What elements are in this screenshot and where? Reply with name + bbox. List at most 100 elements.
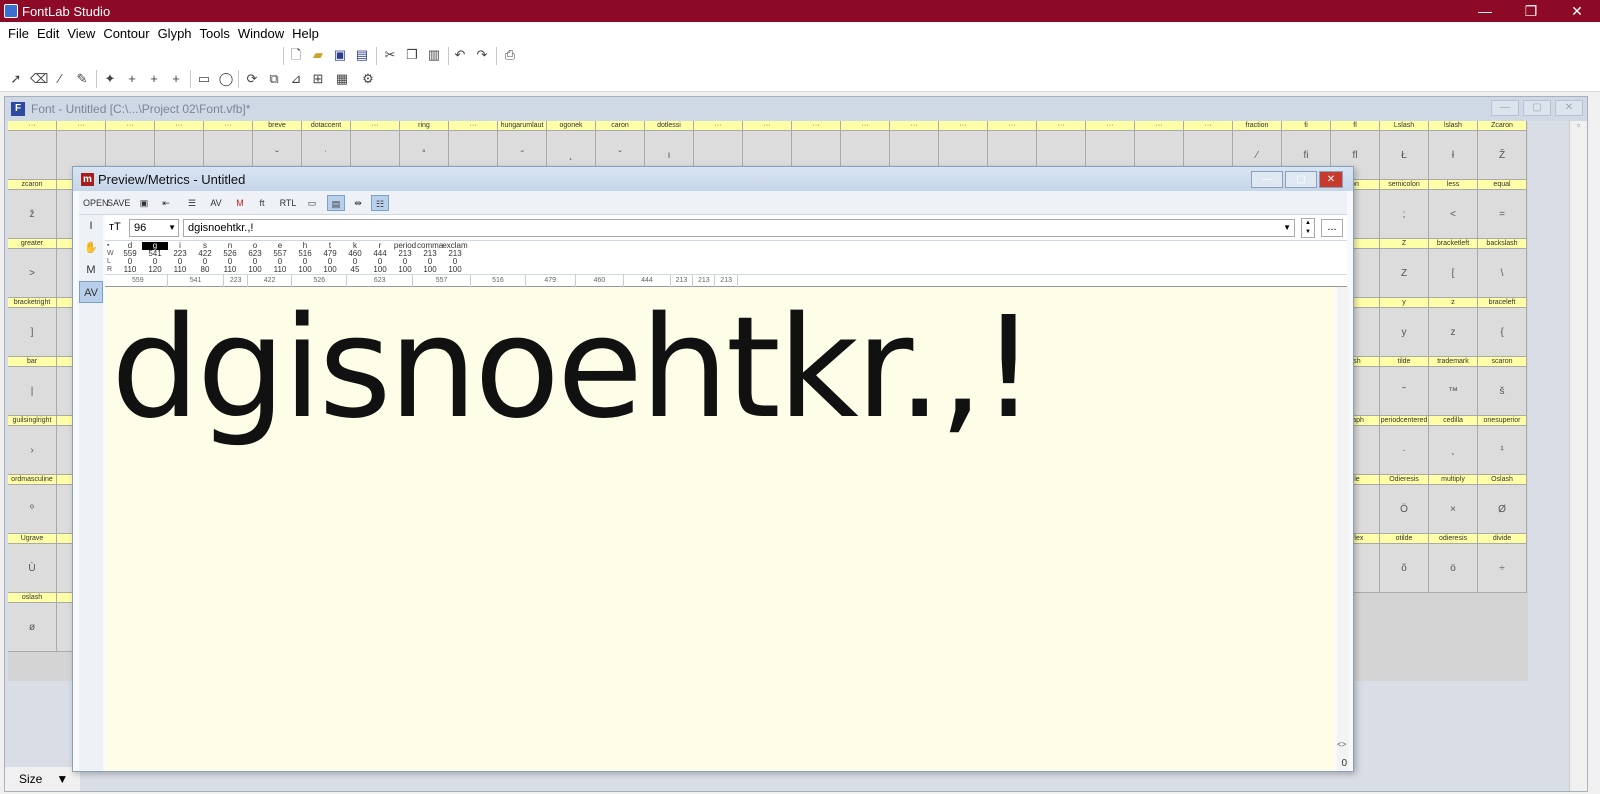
menu-help[interactable]: Help xyxy=(288,26,323,41)
pointer-tool-icon[interactable]: ➚ xyxy=(8,71,24,87)
new-icon[interactable]: 🗋 xyxy=(288,47,304,63)
show-metrics-icon[interactable]: ▤ xyxy=(327,195,345,211)
ellipse-tool-icon[interactable]: ◯ xyxy=(218,71,234,87)
font-close-button[interactable]: ✕ xyxy=(1555,100,1583,116)
glyph-cell[interactable]: ordmasculine º xyxy=(8,475,57,534)
restore-button[interactable]: ❐ xyxy=(1508,0,1554,22)
glyph-cell[interactable]: cedilla ¸ xyxy=(1429,416,1478,475)
glyph-cell[interactable]: greater > xyxy=(8,239,57,298)
glyph-cell[interactable]: bracketright] xyxy=(8,298,57,357)
metrics-column[interactable]: k 460 0 45 xyxy=(342,242,368,274)
glyph-cell[interactable]: ZZ xyxy=(1380,239,1429,298)
open-icon[interactable]: ▰ xyxy=(310,47,326,63)
glyph-cell[interactable]: lslash ł xyxy=(1429,121,1478,180)
close-button[interactable]: ✕ xyxy=(1554,0,1600,22)
glyph-cell[interactable]: Zcaron Ž xyxy=(1478,121,1527,180)
menu-edit[interactable]: Edit xyxy=(33,26,63,41)
metrics-icon[interactable]: M xyxy=(231,195,249,211)
chevron-down-icon[interactable]: ▼ xyxy=(1283,220,1291,236)
preview-canvas[interactable]: dgisnoehtkr.,! xyxy=(105,287,1335,771)
chevron-down-icon[interactable]: ▼ xyxy=(56,772,68,786)
metrics-column[interactable]: period 213 0 100 xyxy=(392,242,418,274)
paste-icon[interactable]: ▥ xyxy=(426,47,442,63)
add-tangent-icon[interactable]: + xyxy=(146,71,162,87)
glyph-cell[interactable]: Lslash Ł xyxy=(1380,121,1429,180)
glyph-cell[interactable]: guilsinglright › xyxy=(8,416,57,475)
glyph-cell[interactable]: periodcentered · xyxy=(1380,416,1429,475)
glyph-cell[interactable]: backslash \ xyxy=(1478,239,1527,298)
add-corner-icon[interactable]: + xyxy=(124,71,140,87)
menu-file[interactable]: File xyxy=(4,26,33,41)
glyph-cell[interactable]: ··· xyxy=(8,121,57,180)
preview-text-input[interactable]: dgisnoehtkr.,! ▼ xyxy=(183,219,1295,237)
glyph-cell[interactable]: yy xyxy=(1380,298,1429,357)
show-sidebearings-icon[interactable]: ⇹ xyxy=(349,195,367,211)
glyph-cell[interactable]: Oslash Ø xyxy=(1478,475,1527,534)
menu-tools[interactable]: Tools xyxy=(196,26,234,41)
metrics-column[interactable]: t 479 0 100 xyxy=(317,242,343,274)
glyph-cell[interactable]: equal = xyxy=(1478,180,1527,239)
rtl-icon[interactable]: RTL xyxy=(279,195,297,211)
glyph-cell[interactable]: Ugrave Ù xyxy=(8,534,57,593)
rotate-tool-icon[interactable]: ⟳ xyxy=(244,71,260,87)
measure-tool-icon[interactable]: ⊞ xyxy=(310,71,326,87)
eraser-tool-icon[interactable]: ⌫ xyxy=(30,71,48,87)
more-button[interactable]: ... xyxy=(1321,219,1343,237)
preview-close-button[interactable]: ✕ xyxy=(1319,171,1343,188)
chevron-down-icon[interactable]: ▼ xyxy=(168,220,176,236)
glyph-cell[interactable]: Odieresis Ö xyxy=(1380,475,1429,534)
minimize-button[interactable]: — xyxy=(1462,0,1508,22)
metrics-column[interactable]: g 541 0 120 xyxy=(142,242,168,274)
font-vertical-scrollbar[interactable]: ▫ xyxy=(1569,121,1587,791)
glyph-cell[interactable]: less < xyxy=(1429,180,1478,239)
glyph-cell[interactable]: zcaron ž xyxy=(8,180,57,239)
scale-tool-icon[interactable]: ⧉ xyxy=(266,71,282,87)
kerning-icon[interactable]: AV xyxy=(207,195,225,211)
ligature-icon[interactable]: ft xyxy=(253,195,271,211)
glyph-cell[interactable]: braceleft { xyxy=(1478,298,1527,357)
open-metrics-icon[interactable]: OPEN xyxy=(83,195,109,211)
font-maximize-button[interactable]: ▢ xyxy=(1523,100,1551,116)
metrics-column[interactable]: s 422 0 80 xyxy=(192,242,218,274)
menu-glyph[interactable]: Glyph xyxy=(154,26,196,41)
copy-icon[interactable]: ❐ xyxy=(404,47,420,63)
glyph-cell[interactable]: otilde õ xyxy=(1380,534,1429,593)
glyph-cell[interactable]: multiply × xyxy=(1429,475,1478,534)
pencil-tool-icon[interactable]: ✎ xyxy=(74,71,90,87)
text-spinner[interactable]: ▲ ▼ xyxy=(1301,218,1315,238)
metrics-column[interactable]: n 526 0 110 xyxy=(217,242,243,274)
save-metrics-icon[interactable]: SAVE xyxy=(107,195,130,211)
preview-scrollbar[interactable]: <> xyxy=(1337,287,1349,771)
menu-view[interactable]: View xyxy=(63,26,99,41)
add-node-icon[interactable]: ✦ xyxy=(102,71,118,87)
show-table-icon[interactable]: ☷ xyxy=(371,195,389,211)
metrics-tool-icon[interactable]: M xyxy=(79,259,103,281)
undo-icon[interactable]: ↶ xyxy=(452,47,468,63)
metrics-column[interactable]: exclam 213 0 100 xyxy=(442,242,468,274)
metrics-column[interactable]: d 559 0 110 xyxy=(117,242,143,274)
size-control[interactable]: Size ▼ xyxy=(5,767,80,791)
metrics-column[interactable]: e 557 0 110 xyxy=(267,242,293,274)
slant-tool-icon[interactable]: ⊿ xyxy=(288,71,304,87)
glyph-cell[interactable]: scaron š xyxy=(1478,357,1527,416)
text-tool-icon[interactable]: I xyxy=(79,215,103,237)
glyph-cell[interactable]: divide ÷ xyxy=(1478,534,1527,593)
glyph-cell[interactable]: semicolon; xyxy=(1380,180,1429,239)
glyph-cell[interactable]: zz xyxy=(1429,298,1478,357)
redo-icon[interactable]: ↷ xyxy=(474,47,490,63)
glyph-cell[interactable]: oslash ø xyxy=(8,593,57,652)
metrics-column[interactable]: o 623 0 100 xyxy=(242,242,268,274)
save-icon[interactable]: ▣ xyxy=(332,47,348,63)
metrics-column[interactable]: h 516 0 100 xyxy=(292,242,318,274)
panel-icon[interactable]: ▭ xyxy=(303,195,321,211)
glyph-cell[interactable]: bracketleft [ xyxy=(1429,239,1478,298)
font-minimize-button[interactable]: — xyxy=(1491,100,1519,116)
glyph-cell[interactable]: odieresis ö xyxy=(1429,534,1478,593)
kerning-tool-icon[interactable]: AV xyxy=(79,281,103,303)
fill-tool-icon[interactable]: ▦ xyxy=(334,71,350,87)
menu-window[interactable]: Window xyxy=(234,26,288,41)
glyph-cell[interactable]: trademark ™ xyxy=(1429,357,1478,416)
metrics-column[interactable]: i 223 0 110 xyxy=(167,242,193,274)
save-all-icon[interactable]: ▤ xyxy=(354,47,370,63)
list-icon[interactable]: ☰ xyxy=(183,195,201,211)
